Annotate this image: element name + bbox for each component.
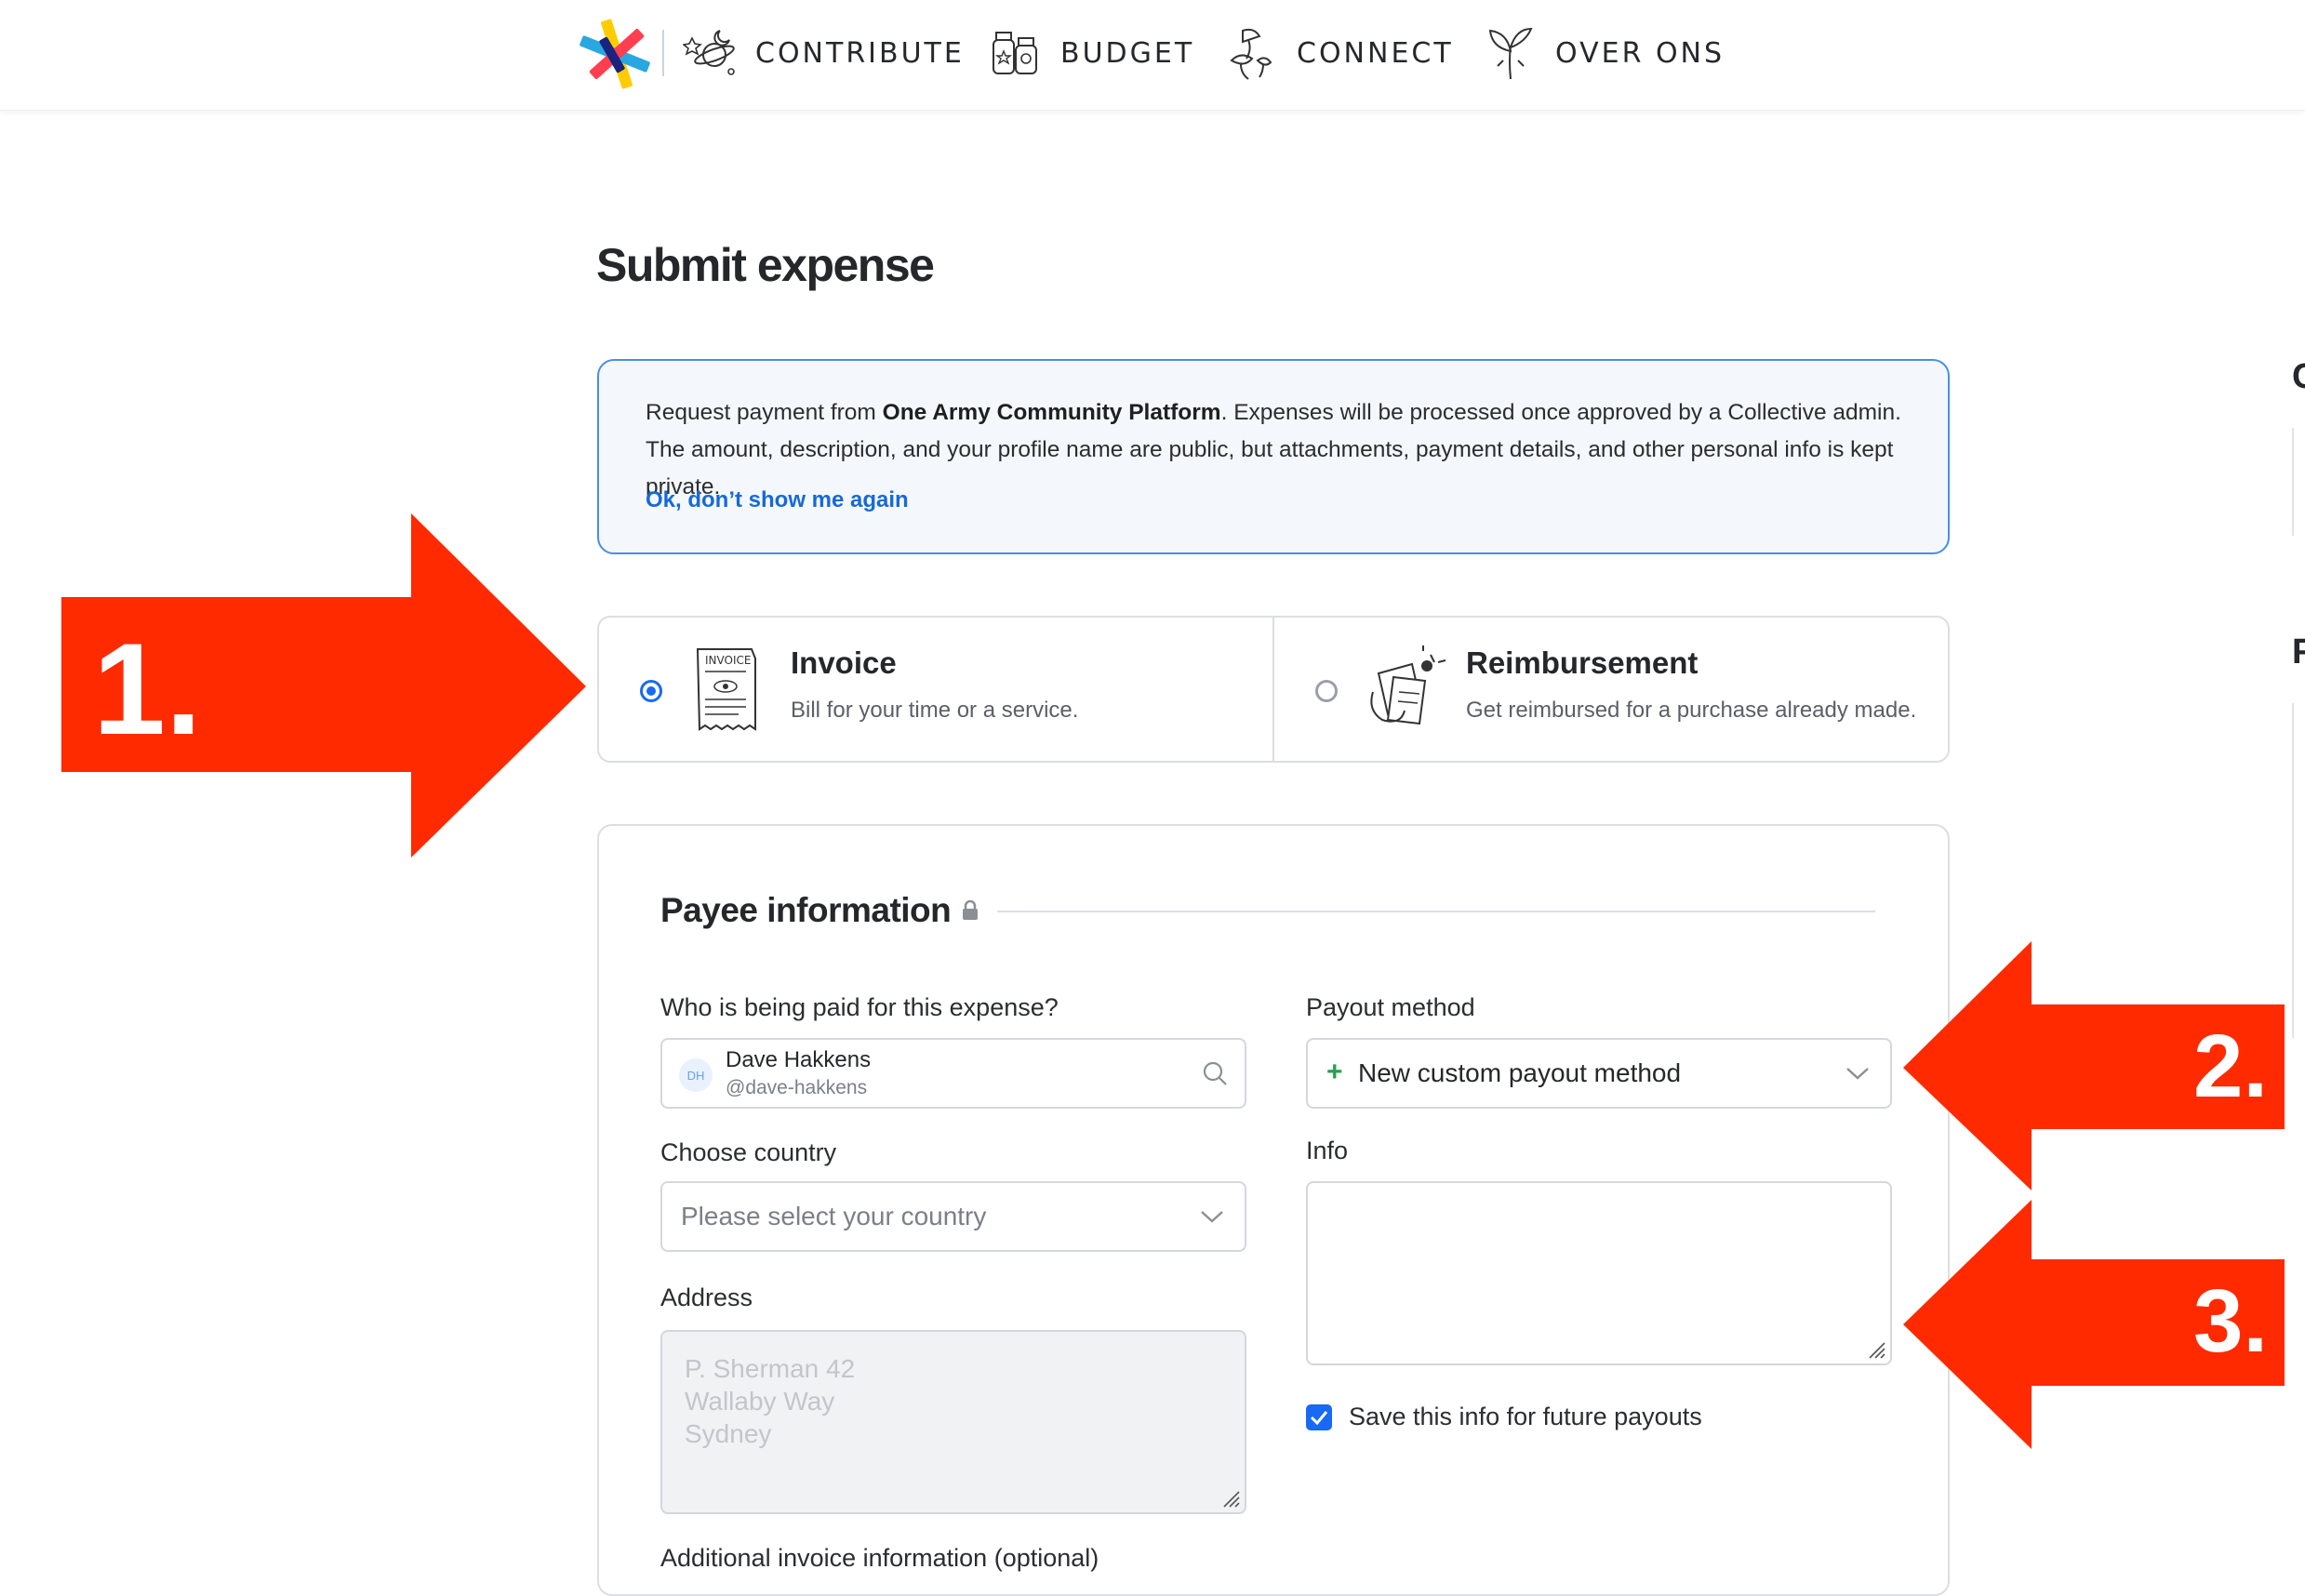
arrow-3-label: 3. <box>2193 1271 2269 1371</box>
arrow-1-label: 1. <box>93 616 202 762</box>
arrow-2-label: 2. <box>2193 1017 2269 1116</box>
annotation-arrows <box>61 513 2285 1449</box>
